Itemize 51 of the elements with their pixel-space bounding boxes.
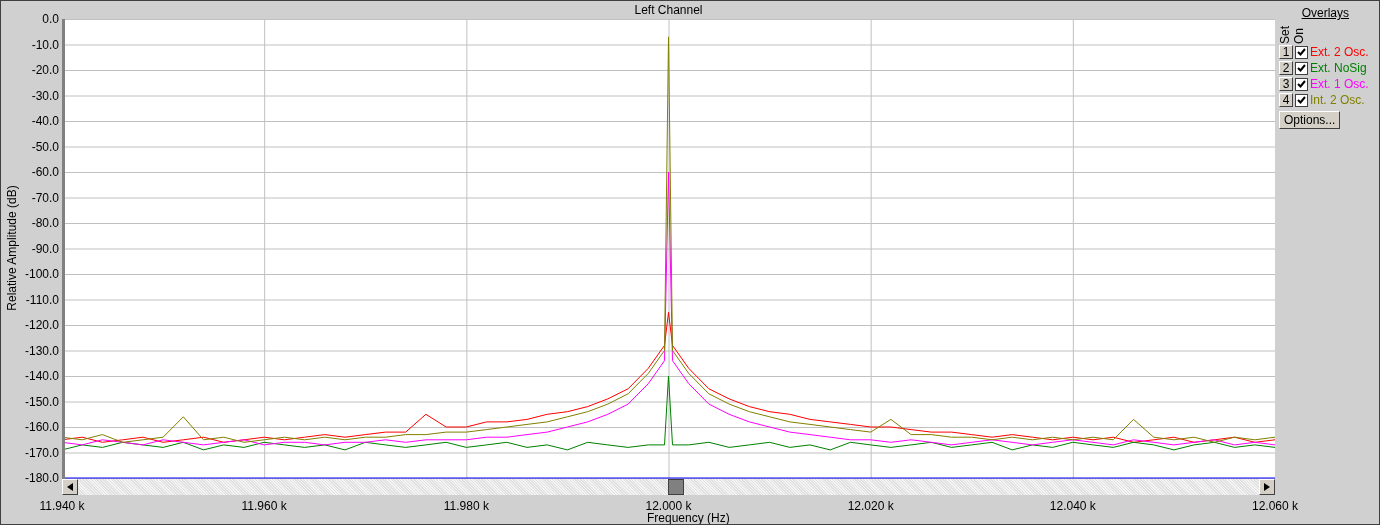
y-tick-label: -120.0 xyxy=(24,318,59,332)
overlay-set-button[interactable]: 2 xyxy=(1279,61,1293,75)
y-tick-label: -30.0 xyxy=(31,88,59,103)
right-arrow-icon xyxy=(1264,483,1270,491)
x-tick-label: 11.980 k xyxy=(442,499,490,513)
overlays-title: Overlays xyxy=(1301,6,1349,20)
y-tick-label: -160.0 xyxy=(24,420,59,434)
y-tick-label: -80.0 xyxy=(31,216,59,230)
y-tick-label: -170.0 xyxy=(24,445,59,460)
y-tick-label: -90.0 xyxy=(31,241,59,256)
on-column-header: On xyxy=(1293,27,1306,44)
y-tick-label: -140.0 xyxy=(24,369,59,383)
set-column-header: Set xyxy=(1279,25,1292,44)
x-axis-label: Frequency (Hz) xyxy=(647,512,730,524)
y-tick-label: -10.0 xyxy=(31,37,59,52)
overlay-label: Ext. NoSig xyxy=(1310,61,1367,75)
overlay-set-button[interactable]: 3 xyxy=(1279,77,1293,91)
y-tick-label: -130.0 xyxy=(24,343,59,358)
overlay-label: Ext. 1 Osc. xyxy=(1310,77,1369,91)
x-tick-label: 11.940 k xyxy=(38,499,86,513)
x-tick-label: 12.040 k xyxy=(1048,499,1097,513)
y-tick-label: -110.0 xyxy=(25,292,59,307)
overlay-label: Int. 2 Osc. xyxy=(1310,93,1365,107)
left-arrow-icon xyxy=(67,483,73,491)
y-tick-label: -100.0 xyxy=(24,267,59,281)
chart-title: Left Channel xyxy=(633,2,704,19)
x-tick-label: 12.000 k xyxy=(644,499,693,513)
overlay-set-button[interactable]: 4 xyxy=(1279,93,1293,107)
x-tick-label: 12.060 k xyxy=(1250,499,1299,513)
y-tick-label: -50.0 xyxy=(31,139,59,154)
overlay-checkbox[interactable] xyxy=(1295,45,1308,59)
x-tick-label: 11.960 k xyxy=(240,499,288,513)
y-tick-label: -40.0 xyxy=(31,114,59,128)
y-tick-label: -180.0 xyxy=(24,471,59,485)
scroll-thumb[interactable] xyxy=(668,479,684,495)
y-tick-label: 0.0 xyxy=(42,12,59,26)
scroll-left-button[interactable] xyxy=(62,479,78,495)
y-tick-label: -150.0 xyxy=(24,394,59,409)
overlay-checkbox[interactable] xyxy=(1295,77,1308,91)
overlay-label: Ext. 2 Osc. xyxy=(1310,45,1369,59)
overlay-checkbox[interactable] xyxy=(1295,93,1308,107)
overlay-checkbox[interactable] xyxy=(1295,61,1308,75)
y-tick-label: -60.0 xyxy=(31,165,59,179)
horizontal-scrollbar[interactable] xyxy=(62,479,1275,495)
overlay-set-button[interactable]: 1 xyxy=(1279,45,1293,59)
y-axis-label: Relative Amplitude (dB) xyxy=(5,184,19,313)
scroll-right-button[interactable] xyxy=(1259,479,1275,495)
options-button[interactable]: Options... xyxy=(1279,111,1341,129)
y-tick-label: -20.0 xyxy=(31,63,59,77)
x-tick-label: 12.020 k xyxy=(846,499,895,513)
y-tick-label: -70.0 xyxy=(31,190,59,205)
